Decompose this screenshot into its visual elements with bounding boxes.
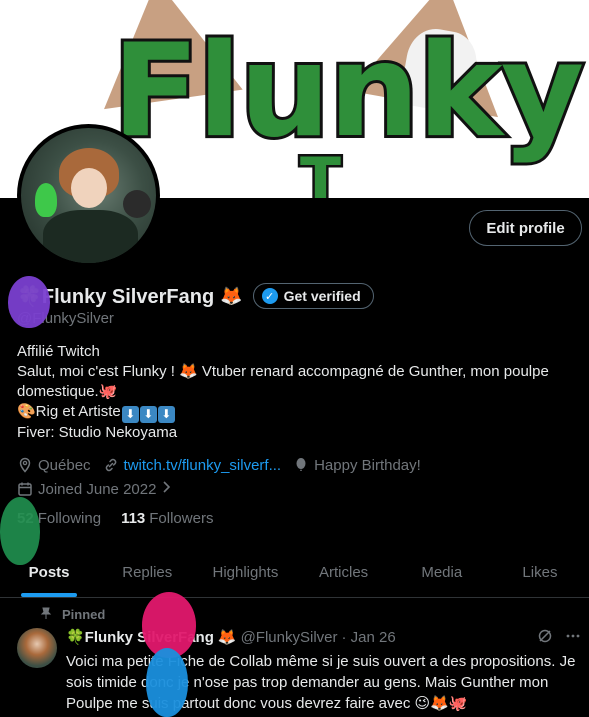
pin-icon	[40, 607, 52, 622]
bio-line: Salut, moi c'est Flunky ! 🦊 Vtuber renar…	[17, 363, 549, 380]
more-icon[interactable]	[565, 628, 581, 648]
balloon-purple	[8, 276, 50, 328]
tab-replies[interactable]: Replies	[98, 548, 196, 597]
following-label: Following	[37, 510, 102, 527]
balloon-green	[0, 497, 40, 565]
post-actions	[537, 628, 589, 648]
arrow-down-icon: ⬇	[139, 406, 157, 423]
balloon-blue	[146, 648, 188, 717]
edit-profile-button[interactable]: Edit profile	[469, 210, 582, 246]
profile-name-row: 🍀Flunky SilverFang 🦊 ✓ Get verified	[17, 283, 374, 309]
followers-link[interactable]: 113 Followers	[121, 510, 213, 527]
bio-line: Fiver: Studio Nekoyama	[17, 424, 178, 441]
calendar-icon	[17, 481, 33, 497]
joined-text: Joined June 2022	[38, 480, 157, 498]
profile-avatar[interactable]	[17, 124, 160, 267]
avatar-flame	[35, 183, 57, 217]
avatar-body	[43, 210, 138, 263]
chevron-right-icon[interactable]	[162, 480, 172, 498]
bio-line: 🎨Rig et Artiste ⬇ ⬇ ⬇	[17, 402, 577, 423]
followers-label: Followers	[149, 510, 214, 527]
post-author-emoji: 🦊	[217, 629, 237, 646]
location-icon	[17, 457, 33, 473]
banner-logo-text: Flunky	[109, 17, 587, 166]
profile-meta: Québec twitch.tv/flunky_silverf... Happy…	[17, 454, 577, 502]
verified-badge-icon: ✓	[261, 288, 278, 304]
bio-line-text: 🎨Rig et Artiste	[17, 403, 121, 420]
post-text: Voici ma petite Fiche de Collab même si …	[66, 653, 576, 712]
get-verified-label: Get verified	[283, 288, 361, 304]
profile-tabs: Posts Replies Highlights Articles Media …	[0, 548, 589, 598]
avatar-companion	[123, 190, 151, 218]
get-verified-button[interactable]: ✓ Get verified	[252, 283, 374, 309]
banner-logo-sub: T	[298, 145, 344, 199]
birthday: Happy Birthday!	[293, 457, 421, 474]
profile-bio: Affilié Twitch Salut, moi c'est Flunky !…	[17, 342, 577, 443]
pinned-label: Pinned	[62, 607, 106, 622]
website[interactable]: twitch.tv/flunky_silverf...	[103, 457, 282, 474]
location: Québec	[17, 457, 91, 474]
tab-articles[interactable]: Articles	[295, 548, 393, 597]
arrow-down-icon: ⬇	[121, 406, 139, 423]
tab-media[interactable]: Media	[393, 548, 491, 597]
birthday-text: Happy Birthday!	[314, 456, 421, 474]
pinned-indicator: Pinned	[40, 607, 105, 622]
location-text: Québec	[38, 456, 91, 474]
link-icon	[103, 457, 119, 473]
followers-count: 113	[121, 510, 146, 527]
joined: Joined June 2022	[17, 480, 172, 498]
tab-likes[interactable]: Likes	[491, 548, 589, 597]
tab-highlights[interactable]: Highlights	[196, 548, 294, 597]
post-avatar[interactable]	[17, 628, 57, 668]
grok-icon[interactable]	[537, 628, 553, 648]
avatar-image	[21, 128, 156, 263]
post-header: 🍀Flunky SilverFang 🦊 @FlunkySilver · Jan…	[66, 628, 396, 647]
website-link[interactable]: twitch.tv/flunky_silverf...	[124, 457, 282, 474]
arrow-down-icon: ⬇	[157, 406, 175, 423]
avatar-face	[71, 168, 107, 208]
balloon-icon	[293, 457, 309, 473]
follow-stats: 52Following 113Followers	[17, 510, 233, 527]
post-date[interactable]: · Jan 26	[342, 629, 396, 646]
name-emoji: 🦊	[220, 285, 243, 306]
post-author-handle[interactable]: @FlunkySilver	[241, 629, 338, 646]
bio-line: domestique.🐙	[17, 383, 118, 400]
bio-line: Affilié Twitch	[17, 343, 100, 360]
